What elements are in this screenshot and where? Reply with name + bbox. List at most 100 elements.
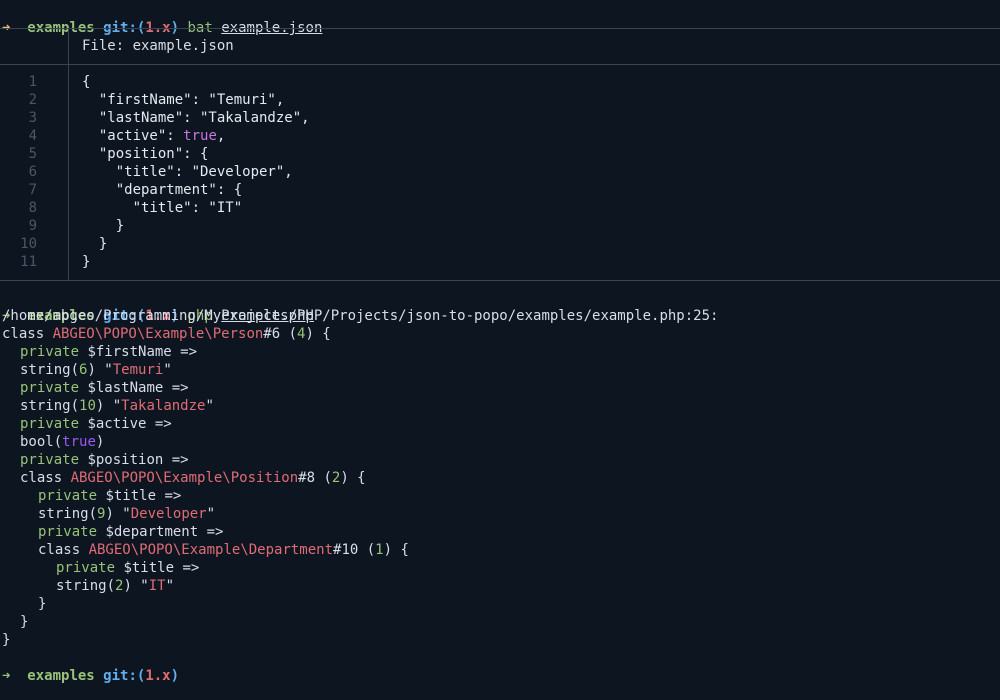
dump-line: private $position => <box>20 451 189 469</box>
string-value: Temuri <box>112 362 164 378</box>
property-count: 1 <box>375 542 384 558</box>
quote-open: ) " <box>105 506 131 522</box>
class-name: ABGEO\POPO\Example\Department <box>88 542 334 558</box>
object-id: #8 ( <box>298 470 332 486</box>
code-line: "lastName": "Takalandze", <box>82 110 310 126</box>
line-number: 5 <box>28 146 37 162</box>
code-line: { <box>82 74 91 90</box>
property-name: $active => <box>79 416 172 432</box>
private-keyword: private <box>38 524 98 540</box>
line-number: 3 <box>28 110 37 126</box>
code-line: "department": { <box>82 182 243 198</box>
private-keyword: private <box>20 380 80 396</box>
quote-close: " <box>163 362 172 378</box>
private-keyword: private <box>20 452 80 468</box>
code-line: } <box>82 254 91 270</box>
code-segment: "active": <box>82 128 184 144</box>
object-id: #10 ( <box>333 542 376 558</box>
dump-line: class ABGEO\POPO\Example\Position#8 (2) … <box>20 469 366 487</box>
object-id: #6 ( <box>263 326 298 342</box>
code-line: } <box>82 218 125 234</box>
code-bool: true <box>183 128 217 144</box>
string-value: IT <box>148 578 166 594</box>
line-number: 7 <box>28 182 37 198</box>
prompt-line-2: ➜ examples git:(1.x) php example.php <box>2 289 314 324</box>
bat-gutter-border <box>68 64 69 280</box>
dump-line: class ABGEO\POPO\Example\Person#6 (4) { <box>2 325 331 343</box>
quote-open: ) " <box>87 362 113 378</box>
quote-close: " <box>165 578 175 594</box>
code-line: "active": true, <box>82 127 225 145</box>
code-line: "title": "IT" <box>82 200 243 216</box>
prompt-git-prefix: git:( <box>103 668 146 684</box>
dump-line: string(6) "Temuri" <box>20 361 172 379</box>
string-length: 10 <box>79 398 96 414</box>
dump-line: string(10) "Takalandze" <box>20 397 214 415</box>
dump-line: class ABGEO\POPO\Example\Department#10 (… <box>38 541 409 559</box>
private-keyword: private <box>56 560 116 576</box>
dump-line: private $lastName => <box>20 379 189 397</box>
prompt-line-3: ➜ examples git:(1.x) <box>2 649 179 684</box>
dump-line: private $title => <box>56 559 199 577</box>
class-name: ABGEO\POPO\Example\Position <box>70 470 299 486</box>
bat-header-gutter-border <box>68 28 69 64</box>
close-paren: ) <box>95 434 105 450</box>
dump-line: private $active => <box>20 415 172 433</box>
dump-line: bool(true) <box>20 433 104 451</box>
class-keyword: class <box>20 470 71 486</box>
close-brace: } <box>2 632 11 648</box>
type-label: string( <box>56 578 116 594</box>
quote-open: ) " <box>95 398 122 414</box>
open-brace: ) { <box>340 470 366 486</box>
private-keyword: private <box>38 488 98 504</box>
prompt-dir: examples <box>27 668 95 684</box>
line-number: 1 <box>28 74 37 90</box>
quote-close: " <box>206 506 216 522</box>
property-name: $lastName => <box>79 380 189 396</box>
property-name: $department => <box>97 524 224 540</box>
dump-line: private $department => <box>38 523 223 541</box>
prompt-arrow-icon: ➜ <box>2 668 11 684</box>
line-number: 11 <box>20 254 37 270</box>
quote-close: " <box>205 398 214 414</box>
prompt-branch: 1.x <box>145 668 171 684</box>
line-number: 6 <box>28 164 37 180</box>
dump-line: private $firstName => <box>20 343 197 361</box>
property-name: $firstName => <box>79 344 198 360</box>
class-name: ABGEO\POPO\Example\Person <box>52 326 264 342</box>
code-line: "position": { <box>82 146 209 162</box>
prompt-line-1: ➜ examples git:(1.x) bat example.json <box>2 1 322 36</box>
property-name: $title => <box>115 560 200 576</box>
quote-open: ) " <box>123 578 149 594</box>
code-line: "firstName": "Temuri", <box>82 92 285 108</box>
line-number: 10 <box>20 236 37 252</box>
type-label: string( <box>20 398 80 414</box>
type-label: string( <box>20 362 80 378</box>
dump-line: string(2) "IT" <box>56 577 174 595</box>
close-brace: } <box>38 596 47 612</box>
class-keyword: class <box>38 542 89 558</box>
type-label: string( <box>38 506 98 522</box>
line-number: 2 <box>28 92 37 108</box>
type-label: bool( <box>20 434 63 450</box>
bat-file-label: File: example.json <box>82 38 234 54</box>
code-line: } <box>82 236 108 252</box>
bool-value: true <box>62 434 96 450</box>
bat-header-border <box>0 64 1000 65</box>
open-brace: ) { <box>383 542 409 558</box>
line-number: 4 <box>28 128 37 144</box>
code-segment: , <box>216 128 226 144</box>
dump-line: string(9) "Developer" <box>38 505 215 523</box>
line-number: 8 <box>28 200 37 216</box>
property-name: $title => <box>97 488 182 504</box>
class-keyword: class <box>2 326 53 342</box>
private-keyword: private <box>20 416 80 432</box>
string-value: Developer <box>130 506 207 522</box>
private-keyword: private <box>20 344 80 360</box>
line-number: 9 <box>28 218 37 234</box>
close-brace: } <box>20 614 29 630</box>
bat-bottom-border <box>0 280 1000 281</box>
code-line: "title": "Developer", <box>82 164 293 180</box>
dump-path: /home/abgeo/Programming/MyProjects/PHP/P… <box>2 308 719 324</box>
bat-top-border <box>0 28 1000 29</box>
